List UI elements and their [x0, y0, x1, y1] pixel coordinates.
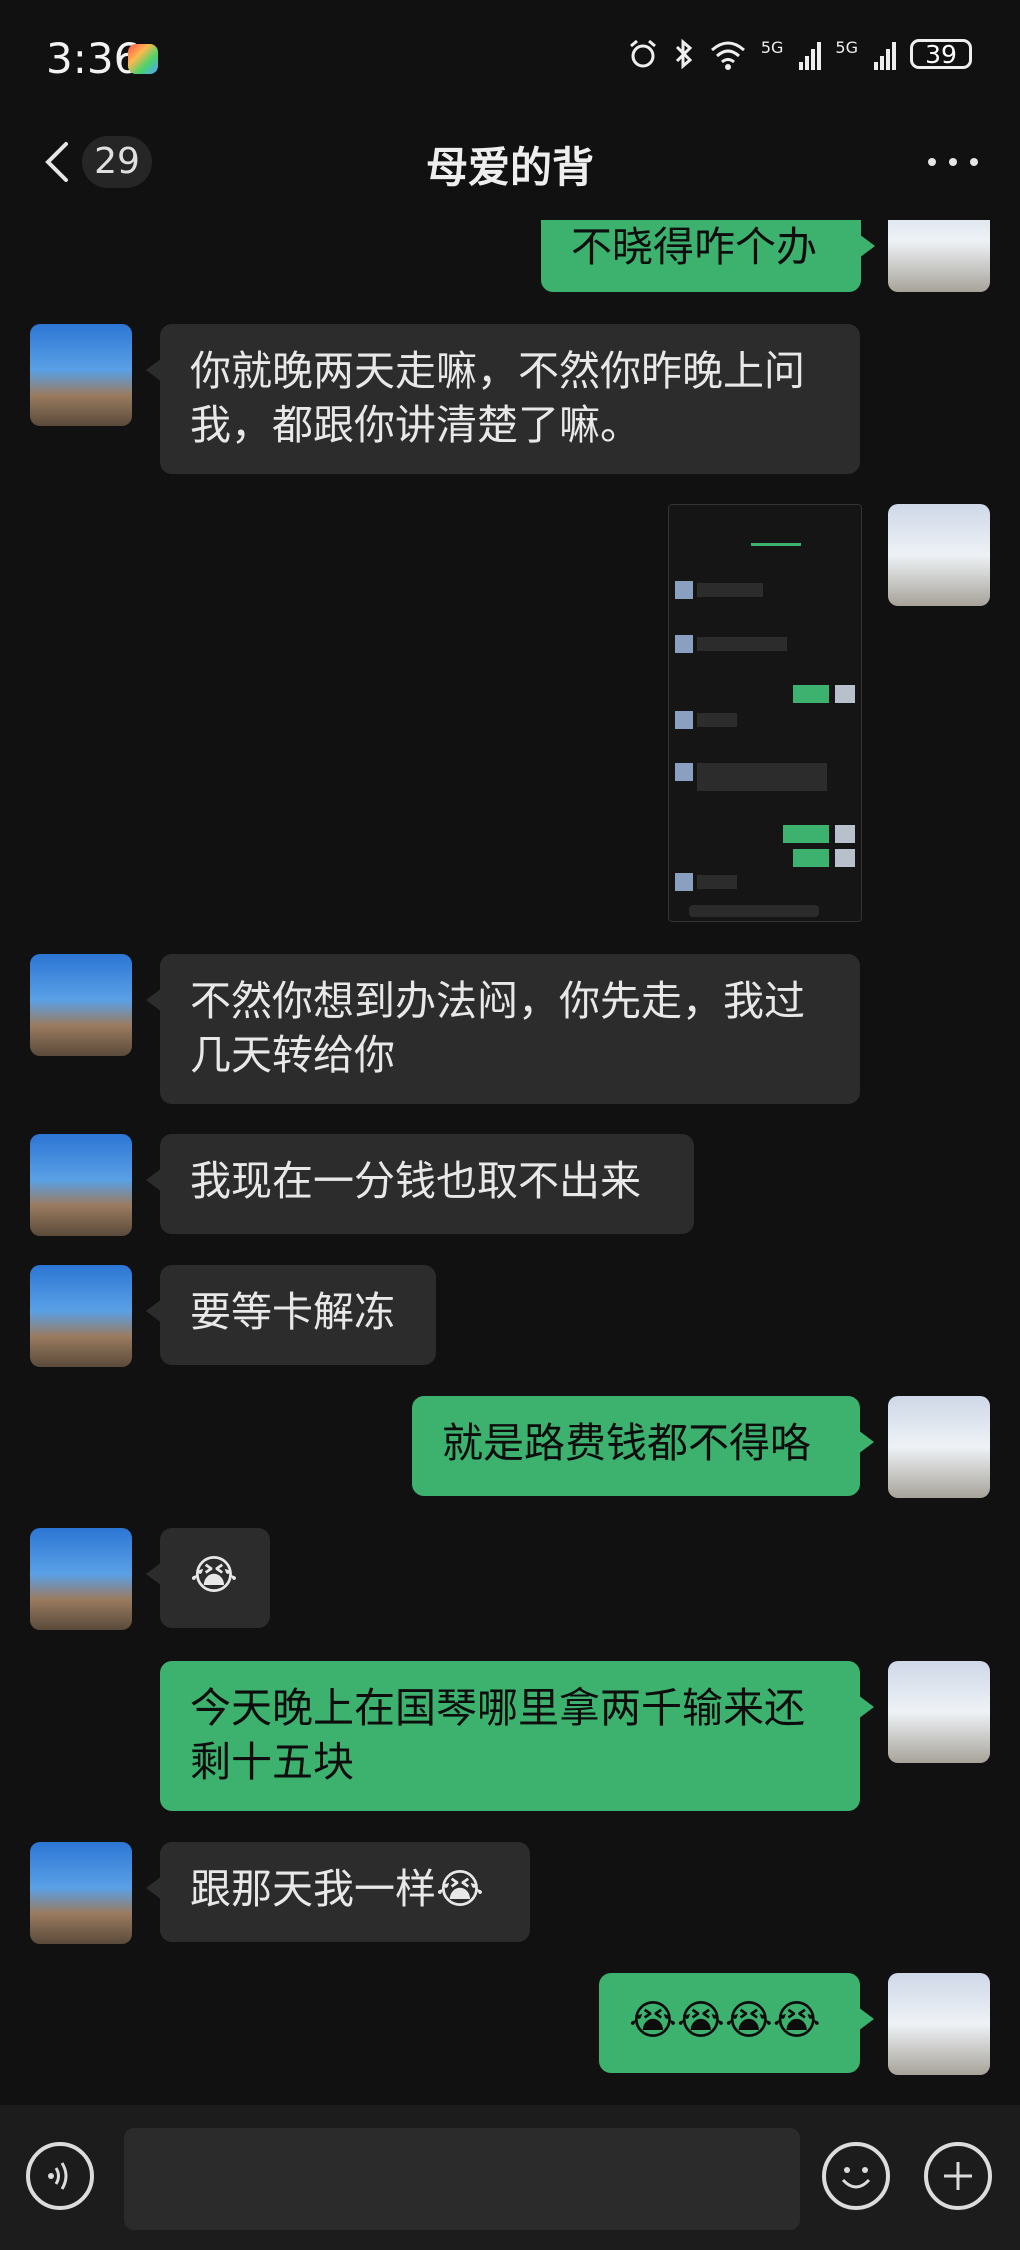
smiley-icon	[841, 2167, 871, 2189]
status-time: 3:36	[46, 34, 141, 83]
app-notification-icon	[128, 44, 158, 74]
self-avatar[interactable]	[888, 1396, 990, 1498]
contact-avatar[interactable]	[30, 1842, 132, 1944]
chat-title: 母爱的背	[425, 143, 594, 192]
screenshot-image-message[interactable]	[668, 504, 862, 922]
alarm-icon	[629, 39, 656, 68]
message-bubble-contact[interactable]: 不然你想到办法闷，你先走，我过几天转给你	[146, 954, 860, 1104]
contact-avatar[interactable]	[30, 1528, 132, 1630]
bluetooth-icon	[675, 38, 693, 70]
message-bubble-self[interactable]: 不晓得咋个办	[541, 220, 875, 292]
message-input[interactable]	[124, 2128, 800, 2230]
contact-avatar[interactable]	[30, 1134, 132, 1236]
voice-icon	[48, 2162, 68, 2190]
message-bubble-contact[interactable]: 😭	[146, 1528, 270, 1628]
message-bubble-self[interactable]: 今天晚上在国琴哪里拿两千输来还剩十五块	[160, 1661, 874, 1811]
signal-1-icon	[799, 38, 822, 70]
message-bubble-contact[interactable]: 我现在一分钱也取不出来	[146, 1134, 694, 1234]
self-avatar[interactable]	[888, 1973, 990, 2075]
self-avatar[interactable]	[888, 504, 990, 606]
message-list[interactable]: 不晓得咋个办 你就晚两天走嘛，不然你昨晚上问我，都跟你讲清楚了嘛。 不然你想到办…	[0, 220, 1020, 2105]
message-bubble-contact[interactable]: 你就晚两天走嘛，不然你昨晚上问我，都跟你讲清楚了嘛。	[146, 324, 860, 474]
self-avatar[interactable]	[888, 220, 990, 292]
wifi-icon	[710, 41, 745, 70]
message-bubble-contact[interactable]: 要等卡解冻	[146, 1265, 436, 1365]
more-options-icon[interactable]	[928, 150, 978, 174]
self-avatar[interactable]	[888, 1661, 990, 1763]
more-functions-button[interactable]	[924, 2142, 992, 2210]
message-bubble-self[interactable]: 😭😭😭😭	[599, 1973, 874, 2073]
battery-icon: 39	[910, 39, 972, 69]
contact-avatar[interactable]	[30, 954, 132, 1056]
signal-2-icon	[874, 38, 896, 70]
voice-input-button[interactable]	[26, 2142, 94, 2210]
message-bubble-contact[interactable]: 跟那天我一样😭	[146, 1842, 530, 1942]
network-5g-label-1: 5G	[760, 38, 784, 57]
status-bar: 3:36 5G 5G 39	[0, 0, 1020, 118]
battery-level: 39	[925, 39, 957, 69]
contact-avatar[interactable]	[30, 324, 132, 426]
status-icons: 5G 5G 39	[627, 38, 972, 70]
contact-avatar[interactable]	[30, 1265, 132, 1367]
emoji-button[interactable]	[822, 2142, 890, 2210]
message-bubble-self[interactable]: 就是路费钱都不得咯	[412, 1396, 874, 1496]
plus-icon	[944, 2162, 972, 2190]
network-5g-label-2: 5G	[835, 38, 858, 57]
screenshot-thumbnail	[669, 505, 861, 921]
